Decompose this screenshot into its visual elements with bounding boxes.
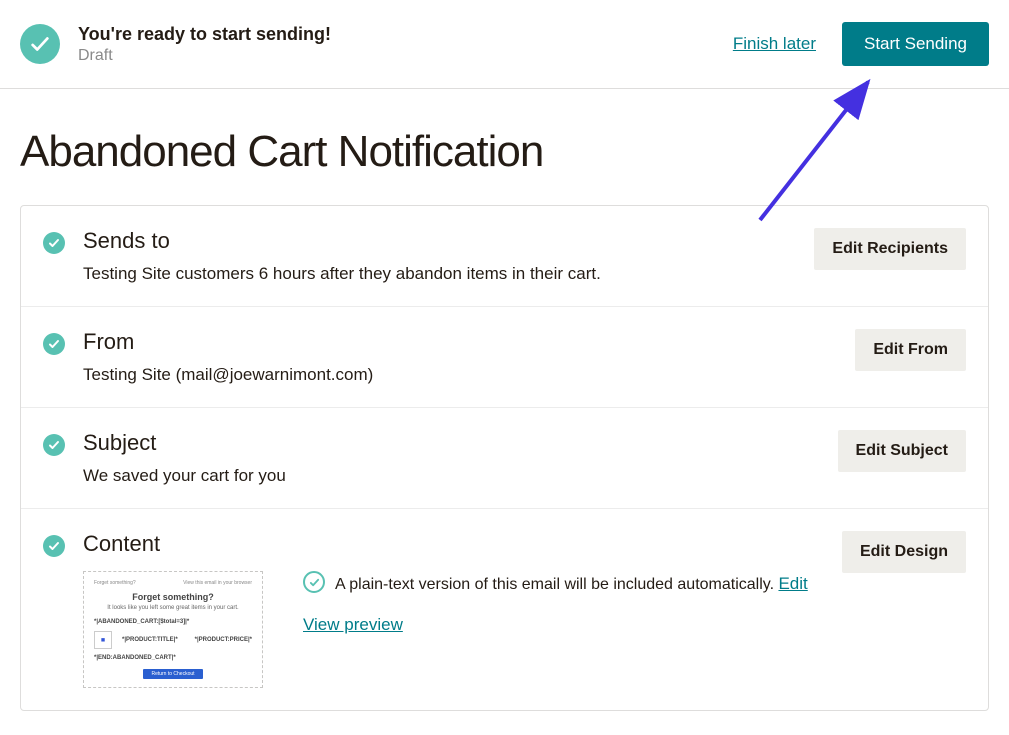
from-title: From bbox=[83, 329, 837, 355]
plaintext-check-icon bbox=[303, 571, 325, 593]
check-icon bbox=[43, 333, 65, 355]
check-icon bbox=[43, 232, 65, 254]
sends-to-desc: Testing Site customers 6 hours after the… bbox=[83, 264, 796, 284]
page-title: Abandoned Cart Notification bbox=[0, 89, 1009, 205]
edit-subject-button[interactable]: Edit Subject bbox=[838, 430, 966, 472]
subject-desc: We saved your cart for you bbox=[83, 466, 820, 486]
from-desc: Testing Site (mail@joewarnimont.com) bbox=[83, 365, 837, 385]
check-icon bbox=[43, 434, 65, 456]
content-col: A plain-text version of this email will … bbox=[303, 571, 824, 688]
settings-card: Sends to Testing Site customers 6 hours … bbox=[20, 205, 989, 711]
plaintext-row: A plain-text version of this email will … bbox=[303, 571, 824, 597]
header-title: You're ready to start sending! bbox=[78, 24, 331, 45]
edit-recipients-button[interactable]: Edit Recipients bbox=[814, 228, 966, 270]
thumb-top-left: Forget something? bbox=[94, 580, 136, 586]
thumb-tag: *|ABANDONED_CART:[$total=3]|* bbox=[94, 619, 252, 625]
header-actions: Finish later Start Sending bbox=[733, 22, 989, 66]
edit-from-button[interactable]: Edit From bbox=[855, 329, 966, 371]
thumb-subheading: It looks like you left some great items … bbox=[94, 605, 252, 611]
check-icon bbox=[43, 535, 65, 557]
header-text: You're ready to start sending! Draft bbox=[78, 24, 331, 65]
section-body: Subject We saved your cart for you bbox=[83, 430, 820, 486]
thumb-tag: *|END:ABANDONED_CART|* bbox=[94, 655, 252, 661]
header-bar: You're ready to start sending! Draft Fin… bbox=[0, 0, 1009, 89]
finish-later-link[interactable]: Finish later bbox=[733, 34, 816, 54]
edit-design-button[interactable]: Edit Design bbox=[842, 531, 966, 573]
thumb-top-right: View this email in your browser bbox=[183, 580, 252, 586]
header-status: Draft bbox=[78, 47, 331, 65]
section-content: Content Forget something? View this email… bbox=[21, 509, 988, 710]
plaintext-note: A plain-text version of this email will … bbox=[335, 571, 808, 597]
section-subject: Subject We saved your cart for you Edit … bbox=[21, 408, 988, 509]
edit-plaintext-link[interactable]: Edit bbox=[778, 574, 807, 593]
section-sends-to: Sends to Testing Site customers 6 hours … bbox=[21, 206, 988, 307]
thumb-product-box: ■ bbox=[94, 631, 112, 649]
subject-title: Subject bbox=[83, 430, 820, 456]
start-sending-button[interactable]: Start Sending bbox=[842, 22, 989, 66]
view-preview-link[interactable]: View preview bbox=[303, 615, 403, 635]
thumb-tag: *|PRODUCT:TITLE|* bbox=[122, 637, 185, 643]
section-body: Content Forget something? View this email… bbox=[83, 531, 824, 688]
section-from: From Testing Site (mail@joewarnimont.com… bbox=[21, 307, 988, 408]
thumb-cta-button: Return to Checkout bbox=[143, 669, 202, 679]
sends-to-title: Sends to bbox=[83, 228, 796, 254]
content-title: Content bbox=[83, 531, 824, 557]
content-row: Forget something? View this email in your… bbox=[83, 571, 824, 688]
header-left: You're ready to start sending! Draft bbox=[20, 24, 331, 65]
status-check-icon bbox=[20, 24, 60, 64]
plaintext-note-text: A plain-text version of this email will … bbox=[335, 576, 778, 593]
section-body: Sends to Testing Site customers 6 hours … bbox=[83, 228, 796, 284]
email-preview-thumbnail[interactable]: Forget something? View this email in your… bbox=[83, 571, 263, 688]
thumb-heading: Forget something? bbox=[94, 592, 252, 602]
thumb-tag: *|PRODUCT:PRICE|* bbox=[195, 637, 252, 643]
section-body: From Testing Site (mail@joewarnimont.com… bbox=[83, 329, 837, 385]
